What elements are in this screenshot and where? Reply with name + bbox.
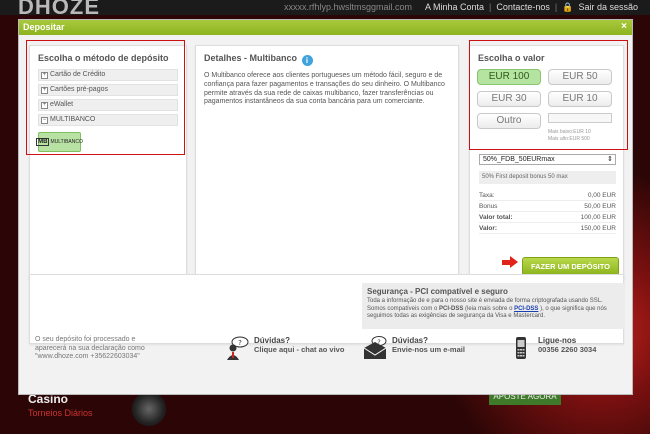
- phone-number: 00356 2260 3034: [538, 345, 597, 354]
- nav-separator: |: [554, 2, 558, 12]
- chat-title: Dúvidas?: [254, 336, 291, 345]
- method-label: MULTIBANCO: [50, 116, 96, 123]
- method-label: Cartões pré-pagos: [50, 86, 108, 93]
- method-credit-card[interactable]: + Cartão de Crédito: [38, 69, 178, 81]
- multibanco-logo-label: MULTIBANCO: [50, 139, 83, 145]
- pci-dss-link[interactable]: PCI-DSS: [514, 306, 538, 312]
- svg-text:?: ?: [238, 339, 242, 347]
- method-list: + Cartão de Crédito + Cartões pré-pagos …: [30, 69, 186, 126]
- security-text-3: (leia mais sobre o: [465, 305, 515, 312]
- user-email: xxxxx.rfhlyp.hwsltmsggmail.com: [283, 2, 412, 12]
- email-title: Dúvidas?: [392, 336, 429, 345]
- phone-title: Ligue-nos: [538, 336, 577, 345]
- method-label: eWallet: [50, 101, 74, 108]
- summary-row: Bonus 50,00 EUR: [479, 201, 616, 212]
- summary-row: Taxa: 0,00 EUR: [479, 190, 616, 201]
- amount-button-100[interactable]: EUR 100: [477, 69, 541, 85]
- amount-options: EUR 100 EUR 50 EUR 30 EUR 10: [470, 69, 623, 107]
- chat-agent-icon: ?: [227, 336, 249, 360]
- max-amount-text: Mais alto:EUR 500: [548, 136, 590, 142]
- summary-row: Valor total: 100,00 EUR: [479, 212, 616, 223]
- collapse-icon: −: [41, 116, 48, 124]
- method-ewallet[interactable]: + eWallet: [38, 99, 178, 111]
- details-panel-title: Detalhes - Multibanco: [204, 53, 298, 63]
- email-subtitle: Envie-nos um e-mail: [392, 345, 465, 354]
- info-icon[interactable]: i: [301, 55, 313, 66]
- bonus-select-value: 50%_FDB_50EURmax: [483, 156, 555, 163]
- other-amount-input[interactable]: [548, 113, 612, 123]
- bonus-select[interactable]: 50%_FDB_50EURmax ⇕: [479, 154, 616, 165]
- nav-my-account[interactable]: A Minha Conta: [425, 2, 484, 13]
- details-panel-header: Detalhes - Multibanco i: [196, 46, 458, 72]
- security-text-1: Toda a informação de e para o nosso site…: [367, 298, 603, 304]
- summary-row: Valor: 150,00 EUR: [479, 223, 616, 234]
- live-chat-link[interactable]: ? Dúvidas? Clique aqui - chat ao vivo: [225, 336, 344, 360]
- summary-value: 150,00 EUR: [580, 225, 616, 232]
- site-logo: DHOZE: [18, 0, 100, 19]
- select-arrows-icon: ⇕: [607, 156, 613, 163]
- expand-icon: +: [41, 86, 48, 94]
- multibanco-logo-icon: MB: [36, 138, 50, 146]
- pci-label: PCI-DSS: [439, 305, 464, 312]
- phone-contact: Ligue-nos 00356 2260 3034: [509, 336, 596, 360]
- method-prepaid-cards[interactable]: + Cartões pré-pagos: [38, 84, 178, 96]
- security-box: Segurança - PCI compatível e seguro Toda…: [362, 283, 624, 329]
- expand-icon: +: [41, 101, 48, 109]
- summary-value: 100,00 EUR: [580, 214, 616, 221]
- email-icon: ?: [363, 336, 387, 359]
- summary-key: Bonus: [479, 203, 498, 210]
- amount-button-10[interactable]: EUR 10: [548, 91, 612, 107]
- statement-note: O seu depósito foi processado e aparecer…: [35, 336, 145, 360]
- method-label: Cartão de Crédito: [50, 71, 106, 78]
- deposit-modal: Depositar × Escolha o método de depósito…: [18, 19, 633, 395]
- amount-button-50[interactable]: EUR 50: [548, 69, 612, 85]
- security-title: Segurança - PCI compatível e seguro: [367, 287, 508, 296]
- amount-button-30[interactable]: EUR 30: [477, 91, 541, 107]
- security-text-2: Somos compatíveis com o: [367, 305, 440, 312]
- value-panel-title: Escolha o valor: [478, 53, 545, 63]
- lock-icon: 🔒: [562, 2, 574, 12]
- method-panel: Escolha o método de depósito + Cartão de…: [29, 45, 187, 280]
- other-amount-button[interactable]: Outro: [477, 113, 541, 129]
- nav-logout[interactable]: Sair da sessão: [578, 2, 638, 13]
- summary-key: Taxa:: [479, 192, 495, 199]
- casino-subtitle: Torneios Diários: [28, 408, 93, 418]
- bonus-description: 50% First deposit bonus 50 max: [479, 171, 616, 184]
- close-button[interactable]: ×: [619, 22, 629, 32]
- details-description: O Multibanco oferece aos clientes portug…: [204, 72, 445, 106]
- multibanco-option[interactable]: MB MULTIBANCO: [36, 132, 83, 152]
- casino-chip-image: [132, 392, 166, 426]
- email-link[interactable]: ? Dúvidas? Envie-nos um e-mail: [363, 336, 465, 360]
- security-panel: Segurança - PCI compatível e seguro Toda…: [29, 274, 624, 344]
- phone-icon: [516, 337, 526, 359]
- modal-title: Depositar: [23, 22, 65, 32]
- summary-value: 0,00 EUR: [587, 192, 616, 199]
- summary-key: Valor total:: [479, 214, 513, 221]
- summary-key: Valor:: [479, 225, 498, 232]
- details-panel: Detalhes - Multibanco i O Multibanco ofe…: [195, 45, 459, 280]
- min-amount-text: Mais baixo:EUR 10: [548, 129, 591, 135]
- expand-icon: +: [41, 71, 48, 79]
- method-multibanco[interactable]: − MULTIBANCO: [38, 114, 178, 126]
- other-amount-row: Outro: [470, 107, 623, 129]
- security-text: Toda a informação de e para o nosso site…: [367, 298, 619, 321]
- nav-contact[interactable]: Contacte-nos: [496, 2, 550, 13]
- chat-subtitle: Clique aqui - chat ao vivo: [254, 345, 345, 354]
- site-nav: xxxxx.rfhlyp.hwsltmsggmail.com A Minha C…: [284, 2, 638, 13]
- method-panel-title: Escolha o método de depósito: [38, 53, 169, 63]
- nav-separator: |: [489, 2, 492, 12]
- summary-value: 50,00 EUR: [584, 203, 616, 210]
- modal-titlebar: Depositar ×: [19, 20, 632, 35]
- deposit-summary: Taxa: 0,00 EUR Bonus 50,00 EUR Valor tot…: [479, 190, 616, 234]
